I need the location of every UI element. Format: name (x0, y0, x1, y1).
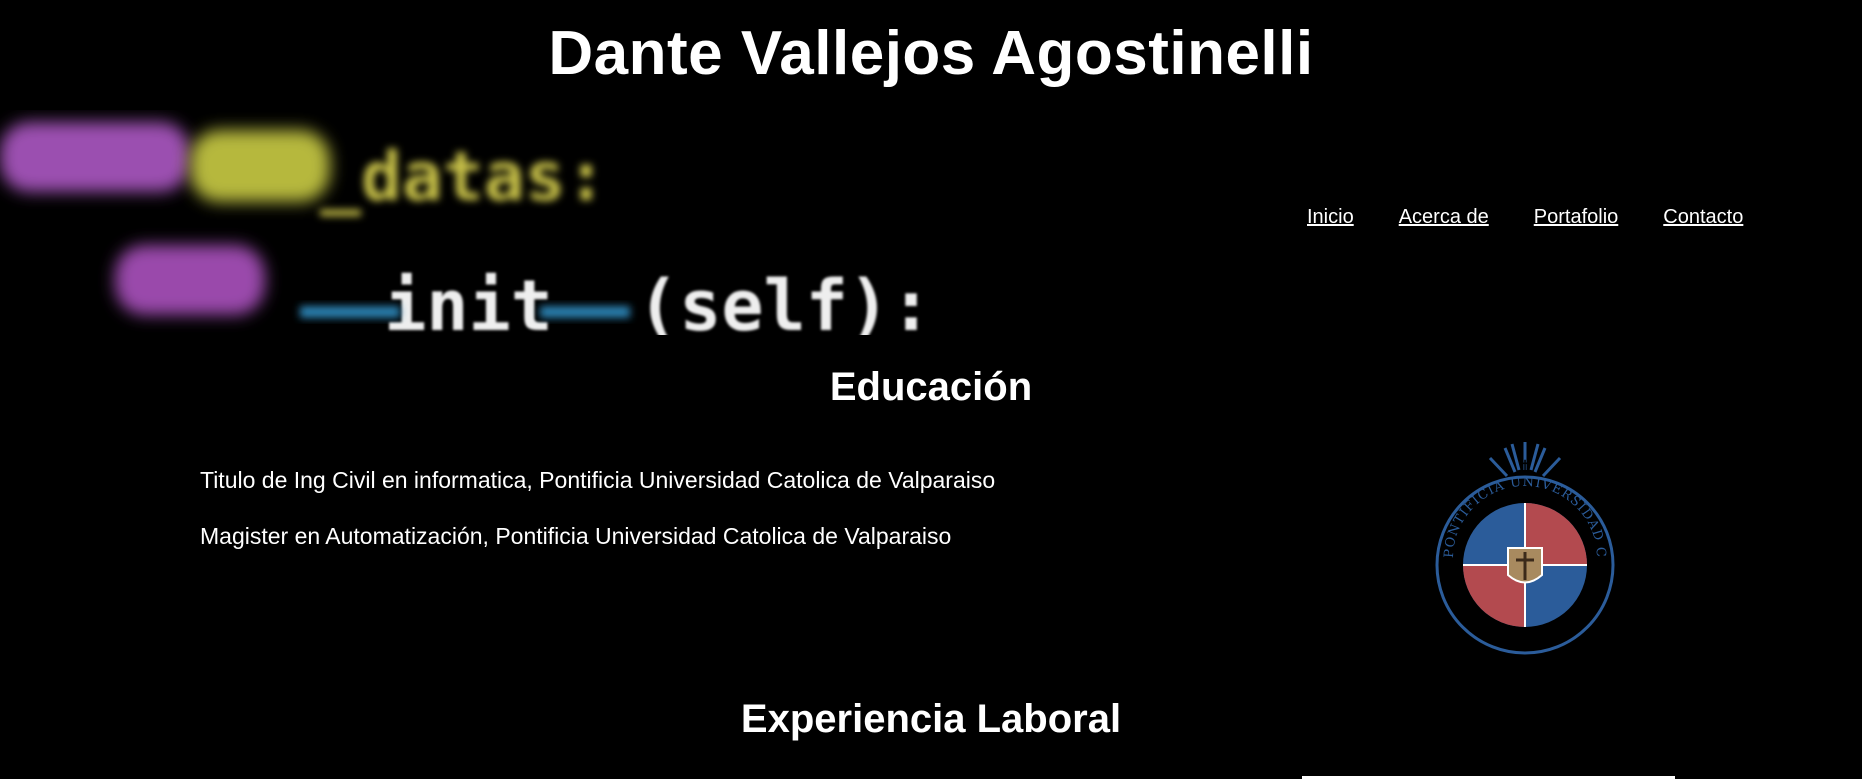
education-title: Educación (829, 365, 1033, 409)
cross-icon: ✝ (1519, 457, 1531, 473)
education-list: Titulo de Ing Civil en informatica, Pont… (200, 466, 995, 578)
code-line-1: _datas: (320, 138, 607, 217)
site-title: Dante Vallejos Agostinelli (548, 19, 1314, 88)
education-item: Magister en Automatización, Pontificia U… (200, 523, 952, 549)
underscore-accent (540, 306, 630, 318)
blurred-def-shape (115, 245, 265, 315)
hero-code-image: _datas: __init__(self): (0, 122, 932, 335)
main-nav: Inicio Acerca de Portafolio Contacto (1307, 206, 1743, 229)
work-title: Experiencia Laboral (740, 697, 1122, 741)
education-item: Titulo de Ing Civil en informatica, Pont… (200, 467, 996, 493)
nav-acerca-de[interactable]: Acerca de (1399, 206, 1489, 229)
blurred-keyword-shape (0, 122, 190, 192)
nav-inicio[interactable]: Inicio (1307, 206, 1354, 229)
underscore-accent (300, 306, 400, 318)
nav-contacto[interactable]: Contacto (1663, 206, 1743, 229)
code-line-2: __init__(self): (300, 265, 932, 335)
blurred-name-shape (190, 130, 330, 202)
nav-portafolio[interactable]: Portafolio (1534, 206, 1619, 229)
university-seal-logo: PONTIFICIA UNIVERSIDAD CATOLICA DE VALPA… (1430, 440, 1615, 655)
